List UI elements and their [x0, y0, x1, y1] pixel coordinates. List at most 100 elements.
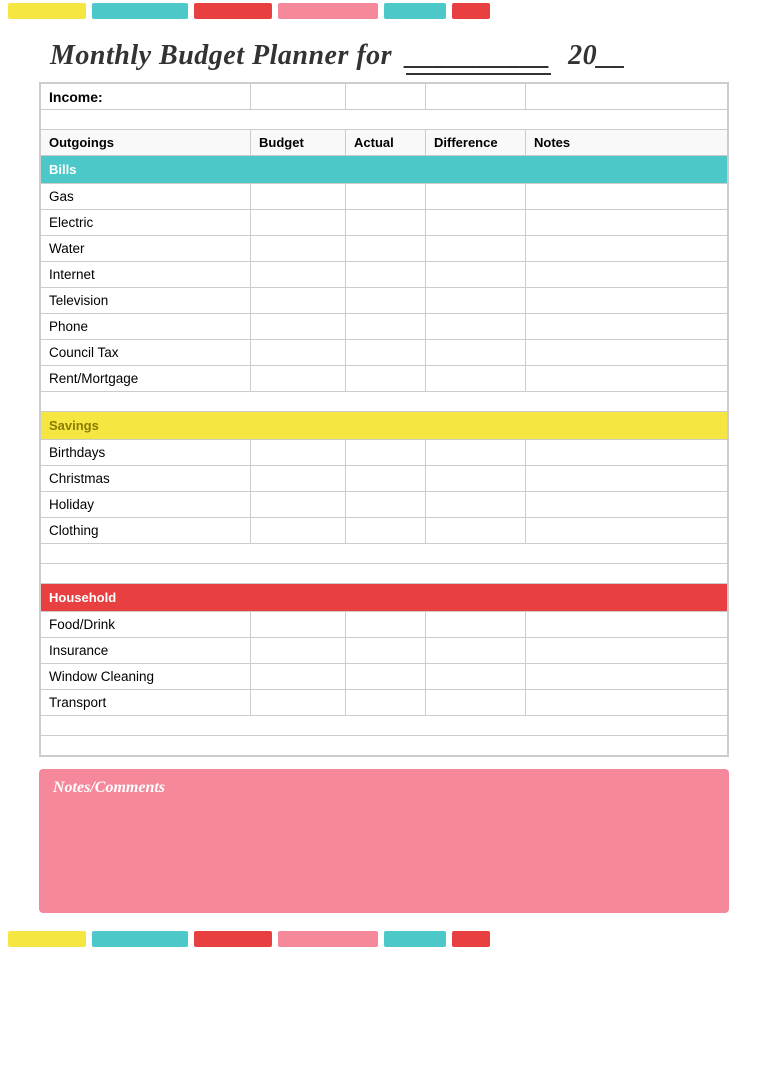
- notes-comments-box[interactable]: Notes/Comments: [39, 769, 729, 913]
- holiday-actual[interactable]: [346, 492, 426, 518]
- holiday-diff[interactable]: [426, 492, 526, 518]
- internet-actual[interactable]: [346, 262, 426, 288]
- internet-notes[interactable]: [526, 262, 728, 288]
- item-internet: Internet: [41, 262, 251, 288]
- clothing-actual[interactable]: [346, 518, 426, 544]
- council-tax-actual[interactable]: [346, 340, 426, 366]
- spacer-row-4: [41, 564, 728, 584]
- council-tax-budget[interactable]: [251, 340, 346, 366]
- water-diff[interactable]: [426, 236, 526, 262]
- christmas-diff[interactable]: [426, 466, 526, 492]
- television-diff[interactable]: [426, 288, 526, 314]
- title-underline[interactable]: __________: [406, 40, 551, 75]
- television-notes[interactable]: [526, 288, 728, 314]
- internet-budget[interactable]: [251, 262, 346, 288]
- transport-actual[interactable]: [346, 690, 426, 716]
- header-outgoings: Outgoings: [41, 130, 251, 156]
- insurance-budget[interactable]: [251, 638, 346, 664]
- window-budget[interactable]: [251, 664, 346, 690]
- transport-budget[interactable]: [251, 690, 346, 716]
- top-color-bar: [0, 0, 768, 22]
- food-actual[interactable]: [346, 612, 426, 638]
- item-electric: Electric: [41, 210, 251, 236]
- phone-budget[interactable]: [251, 314, 346, 340]
- income-label: Income:: [41, 84, 251, 110]
- table-row: Christmas: [41, 466, 728, 492]
- title-year: 20__: [568, 40, 626, 71]
- water-notes[interactable]: [526, 236, 728, 262]
- clothing-diff[interactable]: [426, 518, 526, 544]
- header-notes: Notes: [526, 130, 728, 156]
- gas-diff[interactable]: [426, 184, 526, 210]
- christmas-notes[interactable]: [526, 466, 728, 492]
- electric-budget[interactable]: [251, 210, 346, 236]
- income-notes[interactable]: [526, 84, 728, 110]
- birthdays-actual[interactable]: [346, 440, 426, 466]
- birthdays-diff[interactable]: [426, 440, 526, 466]
- page-title: Monthly Budget Planner for __________ 20…: [50, 40, 626, 71]
- phone-actual[interactable]: [346, 314, 426, 340]
- holiday-budget[interactable]: [251, 492, 346, 518]
- rent-notes[interactable]: [526, 366, 728, 392]
- bills-label: Bills: [41, 156, 728, 184]
- table-row: Council Tax: [41, 340, 728, 366]
- food-diff[interactable]: [426, 612, 526, 638]
- column-headers-row: Outgoings Budget Actual Difference Notes: [41, 130, 728, 156]
- income-diff[interactable]: [426, 84, 526, 110]
- water-actual[interactable]: [346, 236, 426, 262]
- council-tax-diff[interactable]: [426, 340, 526, 366]
- savings-label: Savings: [41, 412, 728, 440]
- council-tax-notes[interactable]: [526, 340, 728, 366]
- notes-content-area[interactable]: [53, 803, 715, 903]
- item-television: Television: [41, 288, 251, 314]
- food-notes[interactable]: [526, 612, 728, 638]
- internet-diff[interactable]: [426, 262, 526, 288]
- income-budget[interactable]: [251, 84, 346, 110]
- birthdays-notes[interactable]: [526, 440, 728, 466]
- page-wrapper: Monthly Budget Planner for __________ 20…: [0, 0, 768, 1085]
- transport-diff[interactable]: [426, 690, 526, 716]
- christmas-budget[interactable]: [251, 466, 346, 492]
- spacer-row-6: [41, 736, 728, 756]
- food-budget[interactable]: [251, 612, 346, 638]
- window-diff[interactable]: [426, 664, 526, 690]
- phone-diff[interactable]: [426, 314, 526, 340]
- transport-notes[interactable]: [526, 690, 728, 716]
- window-notes[interactable]: [526, 664, 728, 690]
- television-budget[interactable]: [251, 288, 346, 314]
- budget-table-container: Income: Outgoings Budget Actual Differen…: [39, 82, 729, 757]
- insurance-actual[interactable]: [346, 638, 426, 664]
- birthdays-budget[interactable]: [251, 440, 346, 466]
- income-actual[interactable]: [346, 84, 426, 110]
- bar-yellow-1: [8, 3, 86, 19]
- spacer-row-1: [41, 110, 728, 130]
- electric-notes[interactable]: [526, 210, 728, 236]
- christmas-actual[interactable]: [346, 466, 426, 492]
- bar-red2-bottom: [452, 931, 490, 947]
- bills-category-header: Bills: [41, 156, 728, 184]
- spacer-row-3: [41, 544, 728, 564]
- insurance-notes[interactable]: [526, 638, 728, 664]
- water-budget[interactable]: [251, 236, 346, 262]
- television-actual[interactable]: [346, 288, 426, 314]
- gas-actual[interactable]: [346, 184, 426, 210]
- gas-notes[interactable]: [526, 184, 728, 210]
- phone-notes[interactable]: [526, 314, 728, 340]
- window-actual[interactable]: [346, 664, 426, 690]
- rent-diff[interactable]: [426, 366, 526, 392]
- item-birthdays: Birthdays: [41, 440, 251, 466]
- bar-teal2-bottom: [384, 931, 446, 947]
- insurance-diff[interactable]: [426, 638, 526, 664]
- holiday-notes[interactable]: [526, 492, 728, 518]
- rent-budget[interactable]: [251, 366, 346, 392]
- electric-actual[interactable]: [346, 210, 426, 236]
- gas-budget[interactable]: [251, 184, 346, 210]
- title-section: Monthly Budget Planner for __________ 20…: [0, 22, 768, 82]
- clothing-notes[interactable]: [526, 518, 728, 544]
- notes-label: Notes/Comments: [53, 779, 715, 797]
- clothing-budget[interactable]: [251, 518, 346, 544]
- item-window-cleaning: Window Cleaning: [41, 664, 251, 690]
- bar-yellow-bottom: [8, 931, 86, 947]
- electric-diff[interactable]: [426, 210, 526, 236]
- rent-actual[interactable]: [346, 366, 426, 392]
